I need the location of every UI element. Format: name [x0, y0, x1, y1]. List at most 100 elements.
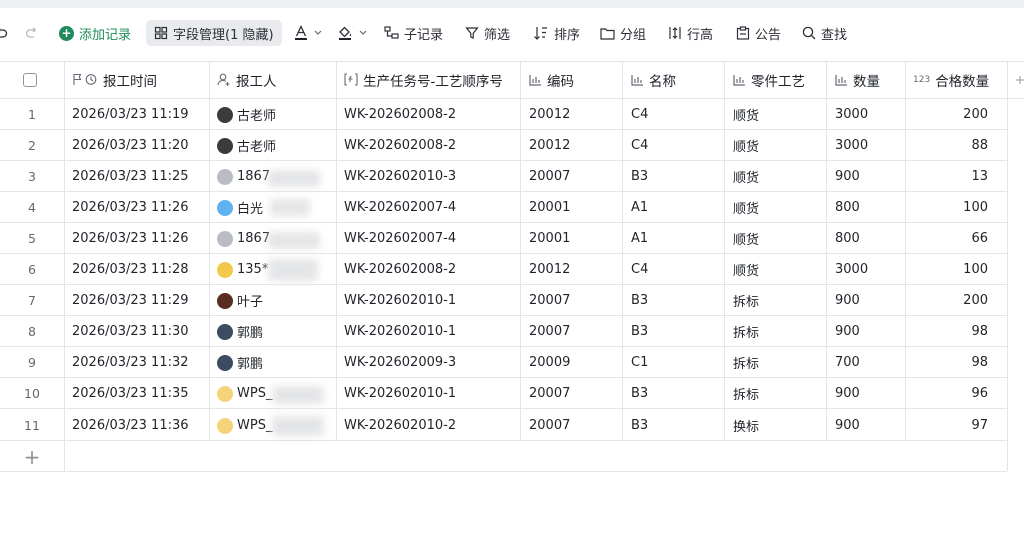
- cell-code[interactable]: 20001: [529, 223, 619, 254]
- table-row[interactable]: 7 2026/03/23 11:29 叶子 WK-202602010-1 20007 B3…: [0, 285, 1007, 316]
- cell-process[interactable]: 顺货: [733, 161, 823, 192]
- add-row-button[interactable]: +: [0, 441, 64, 472]
- cell-task[interactable]: WK-202602010-3: [344, 161, 518, 192]
- cell-passed[interactable]: 200: [913, 285, 988, 316]
- cell-qty[interactable]: 700: [835, 347, 903, 378]
- cell-code[interactable]: 20012: [529, 254, 619, 285]
- cell-process[interactable]: 顺货: [733, 192, 823, 223]
- cell-name[interactable]: C4: [631, 254, 721, 285]
- table-row[interactable]: 8 2026/03/23 11:30 郭鹏 WK-202602010-1 20007 B3…: [0, 316, 1007, 347]
- table-row[interactable]: 1 2026/03/23 11:19 古老师 WK-202602008-2 20012 C…: [0, 99, 1007, 130]
- cell-time[interactable]: 2026/03/23 11:32: [72, 347, 206, 378]
- cell-qty[interactable]: 3000: [835, 99, 903, 130]
- redo-button[interactable]: [25, 16, 39, 50]
- cell-time[interactable]: 2026/03/23 11:26: [72, 223, 206, 254]
- cell-qty[interactable]: 900: [835, 410, 903, 441]
- cell-passed[interactable]: 98: [913, 316, 988, 347]
- font-color-button[interactable]: [294, 16, 322, 50]
- cell-code[interactable]: 20012: [529, 130, 619, 161]
- cell-task[interactable]: WK-202602010-1: [344, 378, 518, 409]
- cell-task[interactable]: WK-202602010-1: [344, 285, 518, 316]
- cell-passed[interactable]: 13: [913, 161, 988, 192]
- cell-name[interactable]: A1: [631, 192, 721, 223]
- cell-name[interactable]: B3: [631, 161, 721, 192]
- sub-record-button[interactable]: 子记录: [384, 16, 443, 50]
- cell-passed[interactable]: 96: [913, 378, 988, 409]
- cell-name[interactable]: B3: [631, 316, 721, 347]
- cell-code[interactable]: 20012: [529, 99, 619, 130]
- cell-process[interactable]: 拆标: [733, 285, 823, 316]
- table-row[interactable]: 6 2026/03/23 11:28 135* WK-202602008-2 20012…: [0, 254, 1007, 285]
- cell-qty[interactable]: 3000: [835, 130, 903, 161]
- cell-name[interactable]: A1: [631, 223, 721, 254]
- checkbox[interactable]: [23, 72, 37, 87]
- cell-process[interactable]: 顺货: [733, 254, 823, 285]
- cell-code[interactable]: 20007: [529, 316, 619, 347]
- undo-button[interactable]: [0, 16, 8, 50]
- table-row[interactable]: 4 2026/03/23 11:26 白光 WK-202602007-4 20001 A1…: [0, 192, 1007, 223]
- cell-time[interactable]: 2026/03/23 11:20: [72, 130, 206, 161]
- table-row[interactable]: 3 2026/03/23 11:25 1867 WK-202602010-3 20007…: [0, 161, 1007, 192]
- cell-process[interactable]: 拆标: [733, 347, 823, 378]
- cell-passed[interactable]: 66: [913, 223, 988, 254]
- cell-task[interactable]: WK-202602008-2: [344, 130, 518, 161]
- cell-process[interactable]: 拆标: [733, 378, 823, 409]
- cell-code[interactable]: 20001: [529, 192, 619, 223]
- cell-passed[interactable]: 88: [913, 130, 988, 161]
- cell-qty[interactable]: 3000: [835, 254, 903, 285]
- cell-task[interactable]: WK-202602008-2: [344, 254, 518, 285]
- cell-code[interactable]: 20007: [529, 378, 619, 409]
- cell-reporter[interactable]: 叶子: [217, 285, 333, 316]
- table-row[interactable]: 5 2026/03/23 11:26 1867 WK-202602007-4 20001…: [0, 223, 1007, 254]
- add-record-button[interactable]: + 添加记录: [59, 16, 131, 50]
- cell-name[interactable]: B3: [631, 285, 721, 316]
- cell-time[interactable]: 2026/03/23 11:29: [72, 285, 206, 316]
- cell-passed[interactable]: 200: [913, 99, 988, 130]
- row-height-button[interactable]: 行高: [668, 16, 713, 50]
- cell-passed[interactable]: 97: [913, 410, 988, 441]
- column-header-name[interactable]: 名称: [631, 61, 721, 98]
- cell-reporter[interactable]: 郭鹏: [217, 316, 333, 347]
- cell-qty[interactable]: 800: [835, 223, 903, 254]
- cell-task[interactable]: WK-202602008-2: [344, 99, 518, 130]
- cell-name[interactable]: B3: [631, 378, 721, 409]
- cell-reporter[interactable]: 郭鹏: [217, 347, 333, 378]
- cell-process[interactable]: 顺货: [733, 223, 823, 254]
- cell-process[interactable]: 顺货: [733, 99, 823, 130]
- column-header-process[interactable]: 零件工艺: [733, 61, 823, 98]
- cell-task[interactable]: WK-202602009-3: [344, 347, 518, 378]
- cell-task[interactable]: WK-202602007-4: [344, 223, 518, 254]
- field-manage-button[interactable]: 字段管理(1 隐藏): [146, 20, 282, 46]
- table-row[interactable]: 2 2026/03/23 11:20 古老师 WK-202602008-2 20012 C…: [0, 130, 1007, 161]
- fill-color-button[interactable]: [338, 16, 367, 50]
- cell-passed[interactable]: 98: [913, 347, 988, 378]
- cell-time[interactable]: 2026/03/23 11:25: [72, 161, 206, 192]
- cell-name[interactable]: C4: [631, 99, 721, 130]
- group-button[interactable]: 分组: [600, 16, 646, 50]
- cell-name[interactable]: C1: [631, 347, 721, 378]
- column-header-qty[interactable]: 数量: [835, 61, 903, 98]
- select-all-checkbox[interactable]: [23, 61, 43, 98]
- column-header-passed[interactable]: 123 合格数量: [913, 61, 1005, 98]
- cell-process[interactable]: 换标: [733, 410, 823, 441]
- cell-process[interactable]: 顺货: [733, 130, 823, 161]
- cell-qty[interactable]: 900: [835, 378, 903, 409]
- cell-reporter[interactable]: 古老师: [217, 99, 333, 130]
- table-row[interactable]: 11 2026/03/23 11:36 WPS_ WK-202602010-2 2000…: [0, 410, 1007, 441]
- cell-time[interactable]: 2026/03/23 11:28: [72, 254, 206, 285]
- cell-passed[interactable]: 100: [913, 192, 988, 223]
- cell-qty[interactable]: 800: [835, 192, 903, 223]
- cell-code[interactable]: 20009: [529, 347, 619, 378]
- sort-button[interactable]: 排序: [533, 16, 580, 50]
- cell-passed[interactable]: 100: [913, 254, 988, 285]
- cell-code[interactable]: 20007: [529, 161, 619, 192]
- column-header-code[interactable]: 编码: [529, 61, 619, 98]
- notice-button[interactable]: 公告: [736, 16, 781, 50]
- find-button[interactable]: 查找: [802, 16, 847, 50]
- cell-time[interactable]: 2026/03/23 11:36: [72, 410, 206, 441]
- cell-time[interactable]: 2026/03/23 11:26: [72, 192, 206, 223]
- cell-time[interactable]: 2026/03/23 11:30: [72, 316, 206, 347]
- column-header-reporter[interactable]: 报工人: [217, 61, 333, 98]
- table-row[interactable]: 10 2026/03/23 11:35 WPS_ WK-202602010-1 2000…: [0, 378, 1007, 409]
- cell-time[interactable]: 2026/03/23 11:19: [72, 99, 206, 130]
